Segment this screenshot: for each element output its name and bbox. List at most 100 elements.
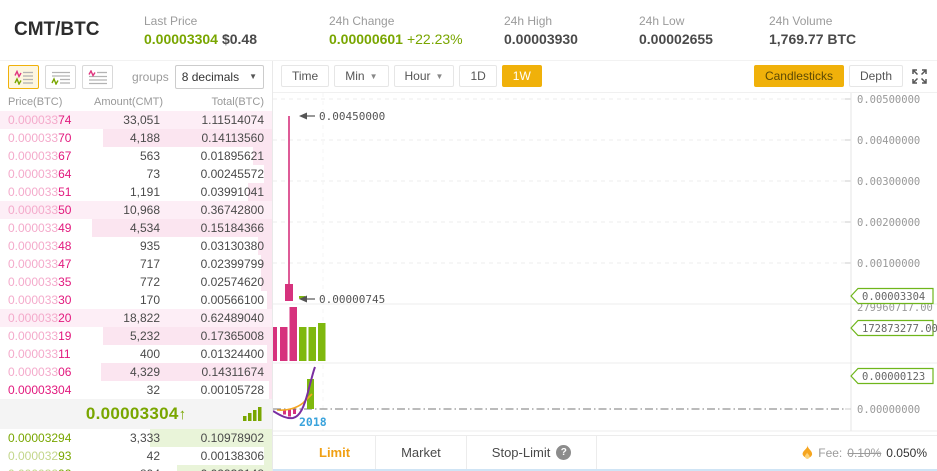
total-cell: 0.14113560 bbox=[201, 131, 264, 145]
timeframe-min-button[interactable]: Min ▼ bbox=[334, 65, 389, 88]
low-value: 0.00002655 bbox=[639, 30, 713, 47]
chart-mode-depth-button[interactable]: Depth bbox=[848, 65, 903, 88]
price-cell: 0.00003350 bbox=[8, 203, 72, 217]
bids-list: 0.00003294 3,333 0.10978902 0.00003293 42 0.0… bbox=[0, 429, 272, 471]
timeframe-hour-button[interactable]: Hour ▼ bbox=[393, 65, 455, 88]
combined-book-button[interactable] bbox=[8, 65, 39, 89]
high-value: 0.00003930 bbox=[504, 30, 578, 47]
ask-row[interactable]: 0.00003367 563 0.01895621 bbox=[0, 147, 272, 165]
timeframe-1w-button[interactable]: 1W bbox=[501, 65, 542, 88]
price-cell: 0.00003347 bbox=[8, 257, 72, 271]
total-cell: 0.15184366 bbox=[200, 221, 264, 235]
ask-row[interactable]: 0.00003311 400 0.01324400 bbox=[0, 345, 272, 363]
bid-row[interactable]: 0.00003293 42 0.00138306 bbox=[0, 447, 272, 465]
total-cell: 1.11514074 bbox=[201, 113, 264, 127]
ask-row[interactable]: 0.00003351 1,191 0.03991041 bbox=[0, 183, 272, 201]
decimals-grouping-select[interactable]: 8 decimals ▼ bbox=[174, 65, 264, 89]
total-cell: 0.17365008 bbox=[200, 329, 264, 343]
bid-row[interactable]: 0.00003294 3,333 0.10978902 bbox=[0, 429, 272, 447]
fee-new-value: 0.050% bbox=[886, 445, 927, 460]
last-price-value: 0.00003304 bbox=[144, 30, 218, 47]
last-price-big: 0.00003304 bbox=[85, 404, 179, 423]
chart-toolbar: Time Min ▼ Hour ▼ 1D 1W Candlesticks Depth bbox=[273, 61, 937, 93]
ask-row[interactable]: 0.00003348 935 0.03130380 bbox=[0, 237, 272, 255]
oscillator-tag: 0.00000123 bbox=[850, 367, 934, 385]
stat-label: 24h High bbox=[504, 13, 553, 28]
ask-row[interactable]: 0.00003319 5,232 0.17365008 bbox=[0, 327, 272, 345]
help-icon[interactable]: ? bbox=[556, 445, 572, 461]
ask-row[interactable]: 0.00003350 10,968 0.36742800 bbox=[0, 201, 272, 219]
price-cell: 0.00003304 bbox=[8, 383, 72, 397]
price-cell: 0.00003311 bbox=[8, 347, 71, 361]
price-up-arrow-icon: ↑ bbox=[178, 405, 187, 423]
chart-mode-candlesticks-button[interactable]: Candlesticks bbox=[753, 65, 844, 88]
price-annotation: 0.00450000 bbox=[299, 110, 385, 123]
timeframe-time-button[interactable]: Time bbox=[281, 65, 330, 88]
order-book-panel: groups 8 decimals ▼ Price(BTC) Amount(CM… bbox=[0, 61, 273, 471]
bid-row[interactable]: 0.000032928940.02932148 bbox=[0, 465, 272, 471]
total-cell: 0.02574620 bbox=[200, 275, 264, 289]
ask-row[interactable]: 0.00003330 170 0.00566100 bbox=[0, 291, 272, 309]
tab-stop-limit[interactable]: Stop-Limit ? bbox=[467, 436, 598, 469]
total-cell: 0.02399799 bbox=[200, 257, 264, 271]
fullscreen-expand-icon[interactable] bbox=[912, 69, 927, 84]
total-cell: 0.62489040 bbox=[200, 311, 264, 325]
stat-label: 24h Change bbox=[329, 13, 395, 28]
svg-text:0.00450000: 0.00450000 bbox=[319, 110, 385, 123]
amount-cell: 1,191 bbox=[129, 185, 160, 199]
total-cell: 0.03130380 bbox=[200, 239, 264, 253]
total-cell: 0.00566100 bbox=[200, 293, 264, 307]
amount-cell: 4,329 bbox=[129, 365, 160, 379]
decimals-grouping-value: 8 decimals bbox=[181, 70, 240, 84]
amount-cell: 935 bbox=[139, 239, 160, 253]
ask-row[interactable]: 0.00003349 4,534 0.15184366 bbox=[0, 219, 272, 237]
volume-tag: 172873277.00 bbox=[850, 319, 937, 337]
ask-row[interactable]: 0.00003320 18,822 0.62489040 bbox=[0, 309, 272, 327]
ask-row[interactable]: 0.00003347 717 0.02399799 bbox=[0, 255, 272, 273]
ask-row[interactable]: 0.00003374 33,051 1.11514074 bbox=[0, 111, 272, 129]
col-amount: Amount(CMT) bbox=[94, 96, 164, 108]
price-axis-label: 0.00100000 bbox=[857, 258, 920, 270]
ask-row[interactable]: 0.00003370 4,188 0.14113560 bbox=[0, 129, 272, 147]
depth-bar bbox=[266, 291, 272, 309]
buy-book-button[interactable] bbox=[45, 65, 76, 89]
tab-market[interactable]: Market bbox=[376, 436, 467, 469]
amount-cell: 772 bbox=[139, 275, 160, 289]
chevron-down-icon: ▼ bbox=[249, 72, 257, 81]
stat-24h-low: 24h Low 0.00002655 bbox=[639, 14, 769, 47]
price-cell: 0.00003374 bbox=[8, 113, 72, 127]
amount-cell: 563 bbox=[139, 149, 160, 163]
total-cell: 0.03991041 bbox=[200, 185, 264, 199]
ask-row[interactable]: 0.00003364 73 0.00245572 bbox=[0, 165, 272, 183]
timeframe-1d-button[interactable]: 1D bbox=[459, 65, 497, 88]
last-price-row: 0.00003304 ↑ bbox=[0, 399, 272, 429]
price-cell: 0.00003351 bbox=[8, 185, 72, 199]
amount-cell: 717 bbox=[139, 257, 160, 271]
amount-cell: 4,188 bbox=[129, 131, 160, 145]
depth-bar bbox=[263, 447, 272, 465]
tab-limit[interactable]: Limit bbox=[293, 436, 377, 469]
depth-bars-icon[interactable] bbox=[243, 407, 263, 426]
price-cell: 0.00003370 bbox=[8, 131, 72, 145]
amount-cell: 5,232 bbox=[129, 329, 160, 343]
stat-last-price: Last Price 0.00003304 $0.48 bbox=[144, 14, 329, 47]
total-cell: 0.00105728 bbox=[200, 383, 264, 397]
chart-canvas[interactable]: 0.00500000 0.00400000 0.00300000 0.00200000… bbox=[273, 92, 937, 435]
amount-cell: 42 bbox=[146, 449, 160, 463]
svg-text:0.00000745: 0.00000745 bbox=[319, 293, 385, 306]
price-cell: 0.00003320 bbox=[8, 311, 72, 325]
chevron-down-icon: ▼ bbox=[435, 71, 444, 81]
sell-book-button[interactable] bbox=[82, 65, 113, 89]
stat-24h-change: 24h Change 0.00000601 +22.23% bbox=[329, 14, 504, 47]
ask-row[interactable]: 0.00003304 32 0.00105728 bbox=[0, 381, 272, 399]
depth-bar bbox=[266, 345, 272, 363]
fee-label: Fee: bbox=[818, 445, 843, 460]
chevron-down-icon: ▼ bbox=[369, 71, 378, 81]
ask-row[interactable]: 0.00003306 4,329 0.14311674 bbox=[0, 363, 272, 381]
order-book-column-headers: Price(BTC) Amount(CMT) Total(BTC) bbox=[0, 93, 272, 111]
amount-cell: 894 bbox=[94, 465, 160, 471]
total-cell: 0.01895621 bbox=[200, 149, 264, 163]
ask-row[interactable]: 0.00003335 772 0.02574620 bbox=[0, 273, 272, 291]
combined-book-icon bbox=[13, 69, 33, 85]
price-cell: 0.00003330 bbox=[8, 293, 72, 307]
